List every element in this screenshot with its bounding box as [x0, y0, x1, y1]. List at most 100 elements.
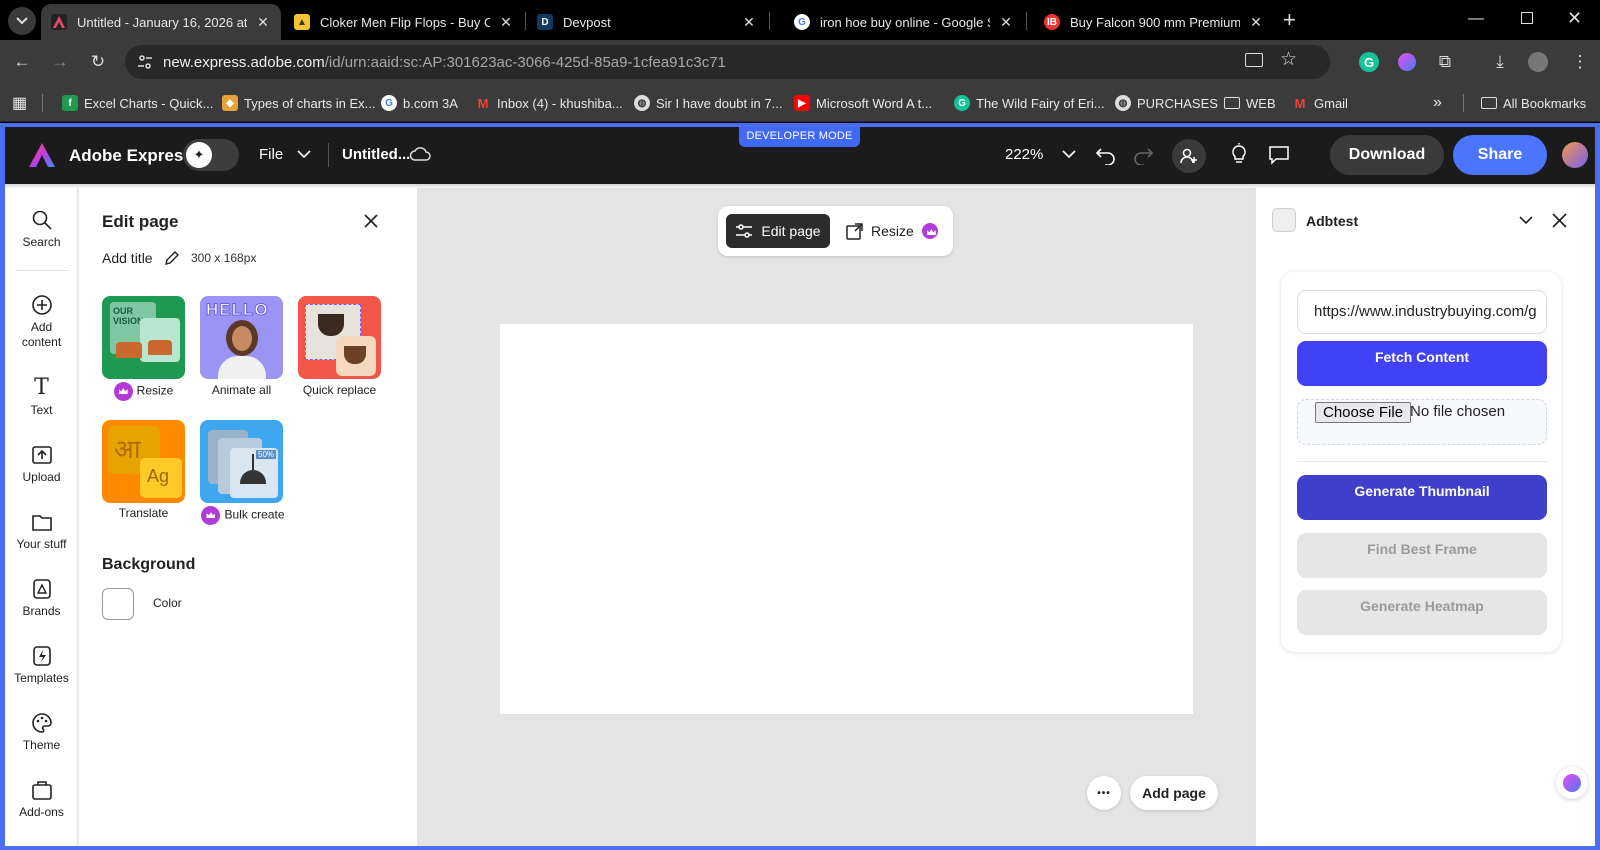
tab-devpost[interactable]: D Devpost ✕: [527, 4, 767, 40]
rail-label: Theme: [22, 738, 61, 752]
rail-text[interactable]: T Text: [5, 377, 78, 418]
tab-industrybuying[interactable]: IB Buy Falcon 900 mm Premium G ✕: [1034, 4, 1274, 40]
forward-icon[interactable]: →: [46, 48, 74, 76]
file-drop-zone[interactable]: Choose File No file chosen: [1297, 399, 1547, 445]
bookmark-item[interactable]: M Inbox (4) - khushiba...: [475, 93, 623, 113]
collaborate-button[interactable]: [1172, 139, 1206, 173]
redo-icon[interactable]: [1132, 145, 1154, 165]
tab-search-button[interactable]: [8, 7, 36, 35]
close-tab-icon[interactable]: ✕: [498, 14, 514, 31]
close-tab-icon[interactable]: ✕: [741, 14, 757, 31]
developer-mode-badge: DEVELOPER MODE: [739, 127, 860, 147]
add-page-button[interactable]: Add page: [1130, 776, 1218, 810]
youtube-favicon-icon: ▶: [794, 95, 810, 111]
close-tab-icon[interactable]: ✕: [255, 14, 271, 31]
sparkle-icon: ✦: [186, 142, 212, 168]
fetch-content-button[interactable]: Fetch Content: [1297, 341, 1547, 386]
templates-bolt-icon: [32, 646, 51, 666]
bookmark-item[interactable]: ◍ Sir I have doubt in 7...: [634, 93, 782, 113]
more-options-button[interactable]: •••: [1087, 776, 1121, 810]
background-heading: Background: [102, 556, 196, 573]
close-icon[interactable]: [1552, 213, 1567, 228]
translate-tile[interactable]: आ Ag: [102, 420, 185, 503]
bookmark-folder[interactable]: WEB: [1224, 93, 1276, 113]
browser-menu-icon[interactable]: ⋮: [1566, 48, 1594, 76]
bookmarks-overflow-icon[interactable]: »: [1433, 93, 1442, 113]
resize-tile[interactable]: OUR VISION: [102, 296, 185, 379]
bookmark-star-icon[interactable]: ☆: [1280, 48, 1297, 71]
theme-toggle[interactable]: ✦: [183, 139, 239, 171]
rail-add-content[interactable]: Add content: [5, 294, 78, 350]
background-color-swatch[interactable]: [102, 588, 134, 620]
extensions-puzzle-icon[interactable]: ⧉: [1431, 48, 1459, 76]
edit-page-button[interactable]: Edit page: [726, 214, 830, 248]
tile-label: Quick replace: [302, 383, 377, 397]
grammarly-extension-icon[interactable]: G: [1355, 48, 1383, 76]
zoom-control[interactable]: 222%: [1005, 146, 1076, 163]
file-menu[interactable]: File: [259, 146, 311, 163]
bookmark-item[interactable]: Gb.com 3A: [381, 93, 458, 113]
bulk-create-tile[interactable]: 50%: [200, 420, 283, 503]
close-window-button[interactable]: ✕: [1567, 8, 1582, 29]
minimize-button[interactable]: —: [1468, 10, 1484, 28]
rail-your-stuff[interactable]: Your stuff: [5, 511, 78, 551]
rail-brands[interactable]: Brands: [5, 578, 78, 618]
rail-templates[interactable]: Templates: [5, 645, 78, 685]
reload-icon[interactable]: ↻: [84, 48, 112, 76]
brand-name: Adobe Express: [69, 146, 193, 165]
assistant-floating-icon[interactable]: [1556, 767, 1588, 799]
share-button[interactable]: Share: [1453, 135, 1547, 175]
choose-file-button[interactable]: Choose File: [1315, 402, 1412, 423]
close-tab-icon[interactable]: ✕: [998, 14, 1014, 31]
profile-avatar-icon[interactable]: [1524, 48, 1552, 76]
download-button[interactable]: Download: [1330, 135, 1444, 175]
bookmark-item[interactable]: ▶ Microsoft Word A t...: [794, 93, 932, 113]
bookmark-item[interactable]: ◍ PURCHASES: [1115, 93, 1218, 113]
bookmark-item[interactable]: G The Wild Fairy of Eri...: [954, 93, 1105, 113]
add-title-link[interactable]: Add title: [102, 250, 153, 266]
restore-button[interactable]: [1521, 12, 1533, 24]
tab-adobe-express[interactable]: Untitled - January 16, 2026 at 1 ✕: [41, 4, 281, 40]
generate-thumbnail-button[interactable]: Generate Thumbnail: [1297, 475, 1547, 520]
chevron-down-icon[interactable]: [1519, 216, 1533, 225]
bookmark-item[interactable]: f Excel Charts - Quick...: [62, 93, 213, 113]
rail-upload[interactable]: Upload: [5, 444, 78, 484]
undo-icon[interactable]: [1095, 145, 1117, 165]
close-icon[interactable]: [363, 213, 379, 229]
close-tab-icon[interactable]: ✕: [1248, 14, 1264, 31]
tab-cloker[interactable]: ▲ Cloker Men Flip Flops - Buy Clo ✕: [284, 4, 524, 40]
site-info-icon[interactable]: [137, 54, 153, 70]
rail-search[interactable]: Search: [5, 209, 78, 249]
chair-graphic: [116, 342, 142, 358]
resize-button[interactable]: Resize: [846, 214, 942, 248]
generate-heatmap-button[interactable]: Generate Heatmap: [1297, 590, 1547, 635]
brain-extension-icon[interactable]: [1393, 48, 1421, 76]
rail-add-ons[interactable]: Add-ons: [5, 779, 78, 819]
animate-all-tile[interactable]: HELLO: [200, 296, 283, 379]
find-best-frame-button[interactable]: Find Best Frame: [1297, 533, 1547, 578]
address-bar[interactable]: new.express.adobe.com/id/urn:aaid:sc:AP:…: [125, 45, 1330, 79]
install-app-icon[interactable]: [1245, 53, 1263, 67]
apps-grid-icon[interactable]: ▦: [12, 93, 27, 113]
header-divider: [328, 143, 329, 167]
rail-theme[interactable]: Theme: [5, 712, 78, 752]
url-input[interactable]: https://www.industrybuying.com/g: [1297, 290, 1547, 334]
bookmark-item[interactable]: M Gmail: [1292, 93, 1348, 113]
new-tab-button[interactable]: +: [1283, 8, 1296, 32]
pencil-icon[interactable]: [164, 250, 180, 266]
downloads-icon[interactable]: ⤓: [1486, 48, 1514, 76]
comments-icon[interactable]: [1268, 145, 1290, 165]
quick-replace-tile[interactable]: [298, 296, 381, 379]
bookmark-item[interactable]: ◆ Types of charts in Ex...: [222, 93, 376, 113]
card-divider: [1297, 461, 1547, 462]
back-icon[interactable]: ←: [8, 48, 36, 76]
lightbulb-icon[interactable]: [1229, 143, 1249, 167]
chevron-down-icon: [1061, 150, 1076, 159]
all-bookmarks[interactable]: All Bookmarks: [1481, 93, 1586, 113]
user-avatar[interactable]: [1562, 142, 1588, 168]
hindi-glyph: आ: [114, 434, 141, 464]
design-canvas[interactable]: [500, 324, 1193, 714]
excel-favicon-icon: f: [62, 95, 78, 111]
document-title[interactable]: Untitled...: [342, 146, 410, 163]
tab-google[interactable]: G iron hoe buy online - Google Sc ✕: [784, 4, 1024, 40]
